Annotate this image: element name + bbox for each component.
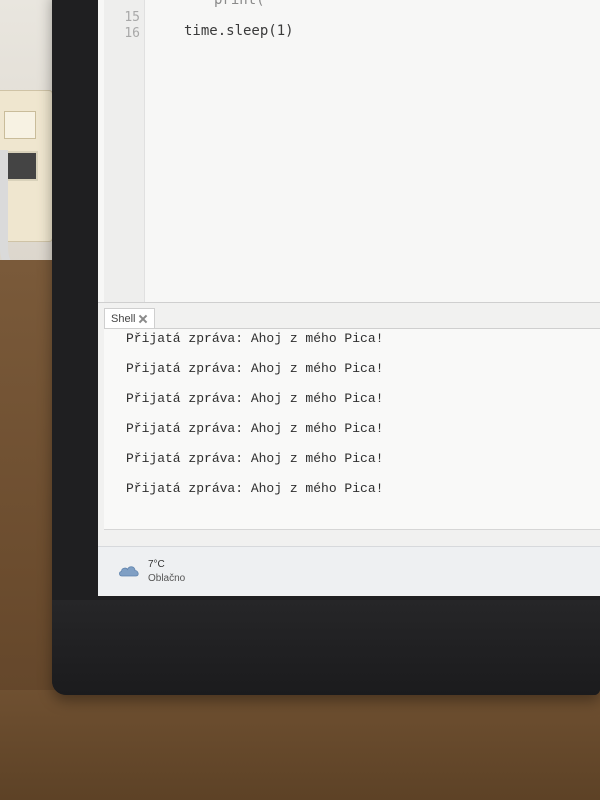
shell-output-line: Přijatá zpráva: Ahoj z mého Pica!: [126, 481, 384, 496]
line-number: 16: [124, 26, 140, 41]
weather-temperature[interactable]: 7°C: [148, 559, 165, 570]
shell-output[interactable]: Přijatá zpráva: Ahoj z mého Pica! Přijat…: [104, 329, 600, 530]
shell-output-line: Přijatá zpráva: Ahoj z mého Pica!: [126, 421, 384, 436]
line-number: 15: [124, 10, 140, 25]
shell-output-line: Přijatá zpráva: Ahoj z mého Pica!: [126, 391, 384, 406]
code-line[interactable]: time.sleep(1): [184, 23, 294, 39]
cloud-icon[interactable]: [118, 565, 140, 577]
desk-edge: [0, 690, 600, 800]
close-icon[interactable]: [138, 314, 148, 324]
shell-output-line: Přijatá zpráva: Ahoj z mého Pica!: [126, 451, 384, 466]
taskbar: 7°C Oblačno: [98, 546, 600, 595]
code-editor[interactable]: 14 15 16 print( time.sleep(1): [98, 0, 600, 303]
monitor-screen: 14 15 16 print( time.sleep(1) Shell Přij…: [98, 0, 600, 596]
weather-condition[interactable]: Oblačno: [148, 573, 185, 584]
line-number: 14: [104, 0, 140, 1]
socket-port: [4, 111, 36, 139]
shell-output-line: Přijatá zpráva: Ahoj z mého Pica!: [126, 361, 384, 376]
shell-tab-label: Shell: [111, 312, 136, 325]
tab-shell[interactable]: Shell: [104, 308, 156, 328]
shell-tab-bar: Shell: [104, 308, 600, 329]
line-number-gutter: 14 15 16: [104, 0, 145, 302]
code-line[interactable]: print(: [214, 0, 265, 8]
shell-output-line: Přijatá zpráva: Ahoj z mého Pica!: [126, 331, 384, 346]
monitor-chin: [52, 600, 600, 695]
